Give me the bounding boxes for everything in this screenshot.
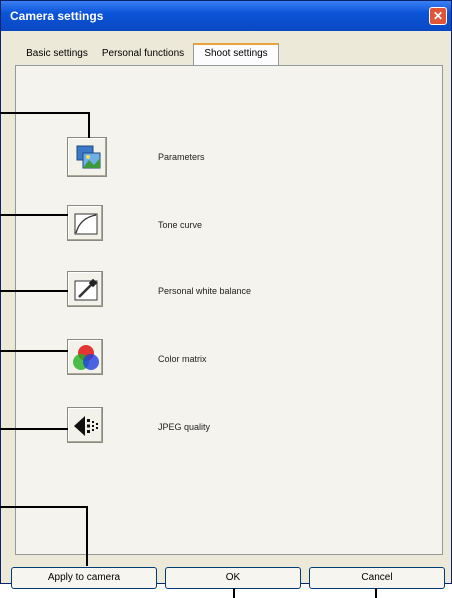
callout-line xyxy=(86,506,88,566)
jpeg-quality-icon xyxy=(74,416,98,436)
callout-line xyxy=(233,588,235,598)
callout-line xyxy=(0,350,68,352)
parameters-icon xyxy=(76,145,101,169)
personal-white-balance-label: Personal white balance xyxy=(158,286,252,296)
callout-line xyxy=(0,506,88,508)
camera-settings-dialog: Camera settings ✕ Basic settings Persona… xyxy=(0,0,452,589)
callout-line xyxy=(0,290,68,292)
tab-basic-settings[interactable]: Basic settings xyxy=(21,46,93,64)
callout-line xyxy=(0,112,90,114)
color-matrix-icon xyxy=(73,345,99,370)
callout-line xyxy=(0,214,68,216)
cancel-button[interactable]: Cancel xyxy=(309,567,445,589)
tone-curve-icon xyxy=(74,213,98,235)
parameters-label: Parameters xyxy=(158,152,205,162)
window-title: Camera settings xyxy=(10,9,104,23)
color-matrix-button[interactable] xyxy=(67,339,103,375)
callout-line xyxy=(375,588,377,598)
jpeg-quality-button[interactable] xyxy=(67,407,103,443)
parameters-button[interactable] xyxy=(67,137,107,177)
color-matrix-label: Color matrix xyxy=(158,354,207,364)
callout-line xyxy=(88,112,90,138)
apply-to-camera-button[interactable]: Apply to camera xyxy=(11,567,157,589)
jpeg-quality-label: JPEG quality xyxy=(158,422,211,432)
title-bar: Camera settings ✕ xyxy=(1,1,451,31)
close-button[interactable]: ✕ xyxy=(429,7,447,25)
tone-curve-label: Tone curve xyxy=(158,220,203,230)
tab-personal-functions[interactable]: Personal functions xyxy=(97,46,189,64)
tab-shoot-settings[interactable]: Shoot settings xyxy=(193,43,279,66)
callout-line xyxy=(0,428,68,430)
tone-curve-button[interactable] xyxy=(67,205,103,241)
ok-button[interactable]: OK xyxy=(165,567,301,589)
personal-white-balance-button[interactable] xyxy=(67,271,103,307)
eyedropper-icon xyxy=(74,278,98,301)
